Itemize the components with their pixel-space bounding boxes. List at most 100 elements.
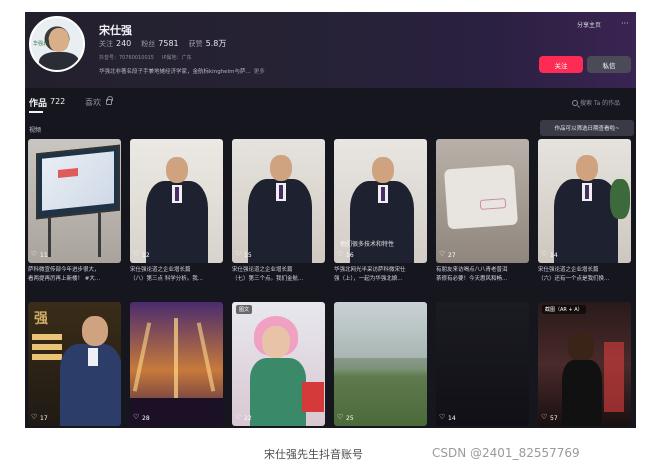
tab-likes[interactable]: 喜欢 <box>85 97 101 108</box>
lock-icon <box>106 96 113 105</box>
douyin-id: 抖音号：70760010015 <box>99 55 154 61</box>
works-count: 722 <box>50 97 66 106</box>
video-card[interactable]: 14 <box>436 302 529 428</box>
image-post-badge: 图文 <box>236 305 253 314</box>
message-button[interactable]: 私信 <box>587 56 631 73</box>
screenshot-badge: 截图（AR + A） <box>542 305 586 314</box>
avatar-suit <box>39 52 79 70</box>
video-card[interactable]: 27 有朋友来访喝点八八青老普洱茶很有必要！今天惠风和畅... <box>436 139 529 299</box>
likes-stat: 获赞 5.8万 <box>189 38 227 49</box>
profile-name: 宋仕强 <box>99 24 132 37</box>
video-likes: 15 <box>235 250 252 260</box>
video-card[interactable]: 25 <box>334 302 427 428</box>
video-caption: 萨科微宣传部今年进步很大， 看两提再厉再上新楼！ #大... <box>28 266 121 284</box>
followers-stat[interactable]: 粉丝 7581 <box>141 39 178 49</box>
works-search[interactable]: 搜索 Ta 的作品 <box>572 98 620 107</box>
caption-line-2: （七）第三个点。我们金航... <box>232 276 304 282</box>
video-card[interactable]: 28 <box>130 302 223 428</box>
followers-label: 粉丝 <box>141 40 156 48</box>
video-likes: 17 <box>31 413 48 423</box>
heart-icon <box>439 413 446 422</box>
caption-line-2: 茶很有必要！今天惠风和畅... <box>436 276 508 282</box>
caption-line-2: （八）第三点 科学分析。我... <box>130 276 203 282</box>
douyin-profile-screen: 华强北 宋仕强 关注 240 粉丝 7581 获赞 5.8万 抖音号：70760010… <box>25 12 636 428</box>
video-thumbnail <box>436 139 529 263</box>
video-caption: 有朋友来访喝点八八青老普洱 茶很有必要！今天惠风和畅... <box>436 266 529 284</box>
video-likes: 11 <box>31 250 48 260</box>
video-card[interactable]: 图文 22 <box>232 302 325 428</box>
caption-line-2: 强（上），一起为华强北娘... <box>334 276 403 282</box>
video-likes: 12 <box>133 250 150 260</box>
follow-button[interactable]: 关注 <box>539 56 583 73</box>
heart-icon <box>31 250 38 259</box>
heart-icon <box>337 250 344 259</box>
profile-stats: 关注 240 粉丝 7581 获赞 5.8万 <box>99 38 226 49</box>
avatar-logo-text: 华强北 <box>33 41 49 47</box>
video-likes: 22 <box>235 413 252 423</box>
heart-icon <box>133 413 140 422</box>
more-options-icon[interactable]: ··· <box>621 19 629 28</box>
caption-line-2: 看两提再厉再上新楼！ #大... <box>28 276 101 282</box>
following-stat[interactable]: 关注 240 <box>99 39 131 49</box>
caption-line-1: 宋仕强论道之企业增长篇 <box>130 267 191 273</box>
video-likes: 16 <box>337 250 354 260</box>
video-likes: 14 <box>439 413 456 423</box>
video-likes-count: 27 <box>448 252 456 259</box>
profile-header: 华强北 宋仕强 关注 240 粉丝 7581 获赞 5.8万 抖音号：70760010… <box>25 12 636 88</box>
video-card[interactable]: 截图（AR + A） 57 <box>538 302 631 428</box>
video-likes-count: 57 <box>550 415 558 422</box>
heart-icon <box>31 413 38 422</box>
video-thumbnail <box>130 302 223 426</box>
tab-works[interactable]: 作品 <box>29 96 47 109</box>
video-card[interactable]: 12 宋仕强论道之企业增长篇 （八）第三点 科学分析。我... <box>130 139 223 299</box>
heart-icon <box>541 250 548 259</box>
video-thumbnail: 图文 <box>232 302 325 426</box>
video-likes: 57 <box>541 413 558 423</box>
profile-meta: 抖音号：70760010015 IP属地：广东 <box>99 54 192 61</box>
video-thumbnail: 截图（AR + A） <box>538 302 631 426</box>
video-card[interactable]: 11 萨科微宣传部今年进步很大， 看两提再厉再上新楼！ #大... <box>28 139 121 299</box>
video-likes-count: 12 <box>142 252 150 259</box>
caption-line-2: （六）还有一个点是我们换... <box>538 276 610 282</box>
video-caption: 宋仕强论道之企业增长篇 （七）第三个点。我们金航... <box>232 266 325 284</box>
video-likes: 28 <box>133 413 150 423</box>
video-thumbnail <box>436 302 529 426</box>
video-likes: 27 <box>439 250 456 260</box>
video-likes-count: 28 <box>142 415 150 422</box>
caption-line-1: 宋仕强论道之企业增长篇 <box>538 267 599 273</box>
video-overlay-text: 强 <box>34 311 48 327</box>
heart-icon <box>541 413 548 422</box>
avatar[interactable]: 华强北 <box>29 16 85 72</box>
video-overlay-text: 他们很多技术和特性 <box>340 241 395 248</box>
video-likes-count: 14 <box>448 415 456 422</box>
video-likes: 14 <box>541 250 558 260</box>
ip-location: IP属地：广东 <box>162 55 192 61</box>
share-profile-link[interactable]: 分享主页 <box>577 20 601 29</box>
heart-icon <box>337 413 344 422</box>
likes-count: 5.8万 <box>205 39 227 48</box>
video-caption: 华强北网光半采访萨科微宋仕 强（上），一起为华强北娘... <box>334 266 427 284</box>
heart-icon <box>235 250 242 259</box>
video-thumbnail <box>130 139 223 263</box>
caption-line-1: 有朋友来访喝点八八青老普洱 <box>436 267 508 273</box>
video-thumbnail <box>538 139 631 263</box>
following-label: 关注 <box>99 40 113 48</box>
page-caption: 宋仕强先生抖音账号 <box>264 448 363 461</box>
video-thumbnail <box>334 302 427 426</box>
search-icon <box>572 99 578 106</box>
heart-icon <box>133 250 140 259</box>
video-card[interactable]: 15 宋仕强论道之企业增长篇 （七）第三个点。我们金航... <box>232 139 325 299</box>
video-likes-count: 11 <box>40 252 48 259</box>
caption-line-1: 萨科微宣传部今年进步很大， <box>28 267 100 273</box>
date-filter-tooltip[interactable]: 作品可以筛选日期查看啦~ <box>540 120 634 136</box>
bio-more-link[interactable]: 更多 <box>254 69 265 75</box>
video-card[interactable]: 他们很多技术和特性 16 华强北网光半采访萨科微宋仕强（上），一起为华强北娘..… <box>334 139 427 299</box>
video-thumbnail: 强 <box>28 302 121 426</box>
active-tab-indicator <box>29 111 43 113</box>
heart-icon <box>235 413 242 422</box>
video-likes: 25 <box>337 413 354 423</box>
video-card[interactable]: 14 宋仕强论道之企业增长篇 （六）还有一个点是我们换... <box>538 139 631 299</box>
video-caption: 宋仕强论道之企业增长篇 （八）第三点 科学分析。我... <box>130 266 223 284</box>
video-likes-count: 15 <box>244 252 252 259</box>
video-card[interactable]: 强 17 <box>28 302 121 428</box>
